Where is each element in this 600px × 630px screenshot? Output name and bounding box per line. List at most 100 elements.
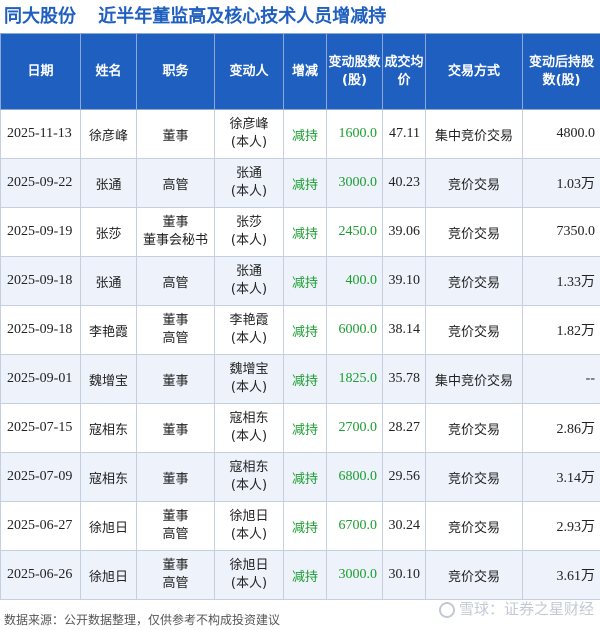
cell-date: 2025-09-22 [0,158,81,208]
cell-shares: 3000.0 [326,550,383,600]
snowball-logo-icon [438,601,455,618]
col-header-name: 姓名 [80,33,137,110]
cell-direction: 减持 [283,158,327,208]
cell-role: 高管 [136,158,215,208]
cell-after: 2.93万 [522,501,600,551]
cell-price: 38.14 [382,305,426,355]
company-name: 同大股份 [4,6,76,27]
table-row: 2025-07-15 寇相东 董事 寇相东 (本人) 减持 2700.0 28.27 竞价交易 2… [0,403,600,453]
table-row: 2025-11-13 徐彦峰 董事 徐彦峰 (本人) 减持 1600.0 47.11 集中竞价交… [0,109,600,159]
cell-shares: 6700.0 [326,501,383,551]
cell-role: 董事 [136,354,215,404]
cell-after: 1.03万 [522,158,600,208]
cell-price: 40.23 [382,158,426,208]
cell-method: 竞价交易 [425,550,523,600]
cell-price: 29.56 [382,452,426,502]
cell-date: 2025-06-27 [0,501,81,551]
cell-actor: 徐旭日 (本人) [214,501,284,551]
page-title: 同大股份 近半年董监高及核心技术人员增减持 [4,4,386,30]
brand-watermark: 雪球：证券之星财经 [438,598,594,619]
table-row: 2025-06-26 徐旭日 董事 高管 徐旭日 (本人) 减持 3000.0 30.10 竞价交… [0,550,600,600]
cell-direction: 减持 [283,109,327,159]
cell-date: 2025-07-09 [0,452,81,502]
cell-actor: 张莎 (本人) [214,207,284,257]
cell-name: 寇相东 [80,452,137,502]
cell-name: 李艳霞 [80,305,137,355]
cell-method: 集中竞价交易 [425,109,523,159]
cell-price: 39.10 [382,256,426,306]
cell-shares: 2700.0 [326,403,383,453]
cell-price: 30.10 [382,550,426,600]
col-header-actor: 变动人 [214,33,284,110]
col-header-method: 交易方式 [425,33,523,110]
cell-name: 张莎 [80,207,137,257]
table-row: 2025-09-01 魏增宝 董事 魏增宝 (本人) 减持 1825.0 35.78 集中竞价交… [0,354,600,404]
cell-direction: 减持 [283,256,327,306]
cell-role: 董事 董事会秘书 [136,207,215,257]
cell-name: 魏增宝 [80,354,137,404]
cell-name: 寇相东 [80,403,137,453]
cell-actor: 李艳霞 (本人) [214,305,284,355]
cell-name: 张通 [80,256,137,306]
cell-role: 董事 高管 [136,305,215,355]
table-row: 2025-07-09 寇相东 董事 寇相东 (本人) 减持 6800.0 29.56 竞价交易 3… [0,452,600,502]
cell-direction: 减持 [283,305,327,355]
cell-method: 竞价交易 [425,501,523,551]
cell-shares: 400.0 [326,256,383,306]
cell-date: 2025-07-15 [0,403,81,453]
cell-after: 2.86万 [522,403,600,453]
cell-name: 徐旭日 [80,550,137,600]
cell-date: 2025-09-01 [0,354,81,404]
table-row: 2025-09-22 张通 高管 张通 (本人) 减持 3000.0 40.23 竞价交易 1.0… [0,158,600,208]
cell-actor: 魏增宝 (本人) [214,354,284,404]
cell-direction: 减持 [283,354,327,404]
cell-actor: 徐彦峰 (本人) [214,109,284,159]
cell-after: 7350.0 [522,207,600,257]
cell-after: 1.82万 [522,305,600,355]
col-header-after: 变动后持股数(股) [522,33,600,110]
cell-date: 2025-09-18 [0,256,81,306]
table-header-row: 日期 姓名 职务 变动人 增减 变动股数(股) 成交均价 交易方式 变动后持股数… [0,33,600,110]
cell-price: 35.78 [382,354,426,404]
cell-price: 30.24 [382,501,426,551]
cell-actor: 寇相东 (本人) [214,403,284,453]
cell-role: 高管 [136,256,215,306]
cell-after: -- [522,354,600,404]
cell-after: 4800.0 [522,109,600,159]
cell-shares: 1825.0 [326,354,383,404]
cell-shares: 6000.0 [326,305,383,355]
cell-direction: 减持 [283,452,327,502]
cell-shares: 2450.0 [326,207,383,257]
cell-role: 董事 高管 [136,550,215,600]
cell-role: 董事 [136,109,215,159]
cell-price: 47.11 [382,109,426,159]
cell-after: 3.14万 [522,452,600,502]
table-row: 2025-09-18 李艳霞 董事 高管 李艳霞 (本人) 减持 6000.0 38.14 竞价交… [0,305,600,355]
cell-method: 竞价交易 [425,158,523,208]
col-header-direction: 增减 [283,33,327,110]
cell-name: 徐旭日 [80,501,137,551]
cell-after: 3.61万 [522,550,600,600]
cell-direction: 减持 [283,403,327,453]
cell-role: 董事 [136,452,215,502]
cell-actor: 张通 (本人) [214,158,284,208]
cell-name: 徐彦峰 [80,109,137,159]
cell-shares: 3000.0 [326,158,383,208]
table-row: 2025-06-27 徐旭日 董事 高管 徐旭日 (本人) 减持 6700.0 30.24 竞价交… [0,501,600,551]
cell-date: 2025-09-19 [0,207,81,257]
cell-price: 39.06 [382,207,426,257]
col-header-shares: 变动股数(股) [326,33,383,110]
cell-price: 28.27 [382,403,426,453]
col-header-date: 日期 [0,33,81,110]
cell-date: 2025-06-26 [0,550,81,600]
insider-trading-table: 日期 姓名 职务 变动人 增减 变动股数(股) 成交均价 交易方式 变动后持股数… [0,33,600,600]
cell-method: 集中竞价交易 [425,354,523,404]
cell-method: 竞价交易 [425,403,523,453]
cell-date: 2025-11-13 [0,109,81,159]
cell-actor: 张通 (本人) [214,256,284,306]
cell-role: 董事 高管 [136,501,215,551]
cell-direction: 减持 [283,550,327,600]
cell-role: 董事 [136,403,215,453]
table-subject: 近半年董监高及核心技术人员增减持 [98,6,387,27]
cell-actor: 徐旭日 (本人) [214,550,284,600]
